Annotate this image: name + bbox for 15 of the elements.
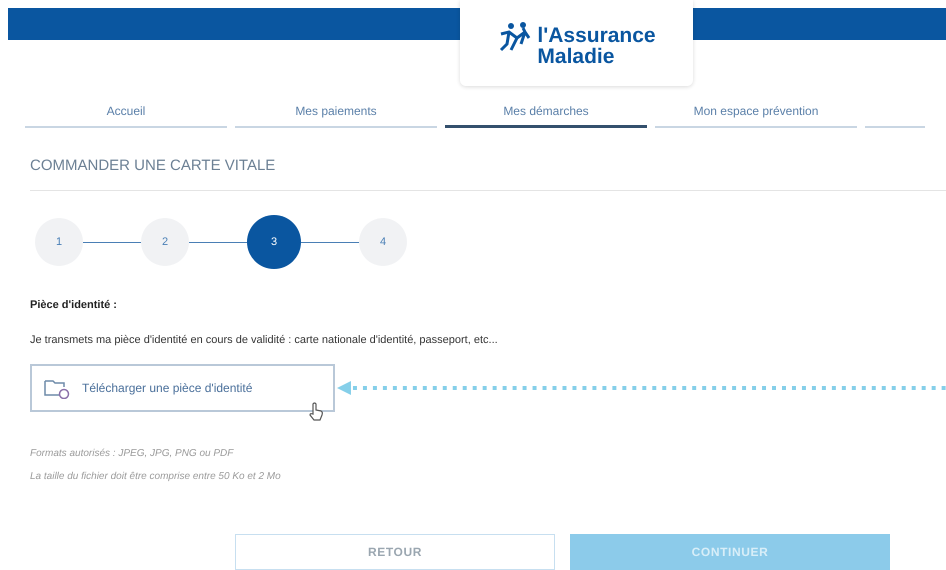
- nav-tab[interactable]: Mon espace prévention: [655, 96, 857, 128]
- nav-tab[interactable]: Mes démarches: [445, 96, 647, 128]
- nav-tab[interactable]: Mes paiements: [235, 96, 437, 128]
- back-button[interactable]: RETOUR: [235, 534, 555, 570]
- upload-button[interactable]: Télécharger une pièce d'identité: [30, 364, 336, 412]
- section-label: Pièce d'identité :: [30, 298, 118, 313]
- description: Je transmets ma pièce d'identité en cours de validité : carte nationale d'identité, passeport, etc...: [30, 332, 499, 348]
- logo[interactable]: l'Assurance Maladie: [460, 0, 693, 86]
- hint-text: La taille du fichier doit être comprise entre 50 Ko et 2 Mo: [30, 470, 282, 484]
- logo-text: Maladie: [537, 46, 616, 67]
- page-title: COMMANDER UNE CARTE VITALE: [30, 157, 276, 174]
- hint-text: Formats autorisés : JPEG, JPG, PNG ou PDF: [30, 447, 235, 461]
- nav-tab[interactable]: Accueil: [25, 96, 227, 128]
- logo-text: l'Assurance: [537, 25, 656, 46]
- hand-cursor-icon: [308, 402, 324, 422]
